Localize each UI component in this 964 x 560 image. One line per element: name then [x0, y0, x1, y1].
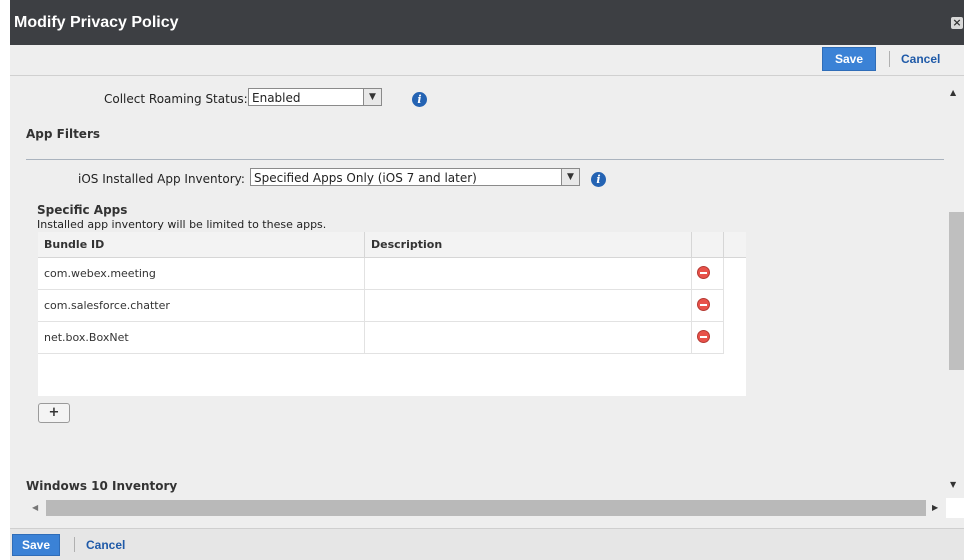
- save-button-top[interactable]: Save: [822, 47, 876, 71]
- horizontal-scrollbar[interactable]: ◀ ▶: [24, 498, 944, 518]
- remove-icon[interactable]: [697, 330, 710, 343]
- dialog-content: Collect Roaming Status: Enabled ▼ i App …: [10, 76, 944, 498]
- description-cell[interactable]: [365, 322, 692, 353]
- top-toolbar: Save Cancel: [10, 45, 964, 76]
- roaming-status-label: Collect Roaming Status:: [104, 92, 248, 106]
- ios-inventory-label: iOS Installed App Inventory:: [78, 172, 245, 186]
- scrollbar-corner: [946, 498, 964, 518]
- info-icon[interactable]: i: [591, 172, 606, 187]
- action-cell: [692, 322, 724, 353]
- table-header: Bundle ID Description: [38, 232, 746, 258]
- scroll-up-icon[interactable]: ▲: [950, 88, 956, 97]
- specific-apps-description: Installed app inventory will be limited …: [37, 218, 327, 231]
- toolbar-separator: [889, 51, 890, 67]
- description-cell[interactable]: [365, 258, 692, 289]
- bundle-id-cell: com.salesforce.chatter: [38, 290, 365, 321]
- scroll-down-icon[interactable]: ▼: [950, 480, 956, 489]
- bundle-id-cell: net.box.BoxNet: [38, 322, 365, 353]
- column-header-description[interactable]: Description: [365, 232, 692, 257]
- modify-privacy-policy-dialog: Modify Privacy Policy × Save Cancel Coll…: [10, 0, 964, 560]
- app-filters-heading: App Filters: [26, 127, 101, 141]
- description-cell[interactable]: [365, 290, 692, 321]
- footer-separator: [74, 537, 75, 552]
- roaming-status-value: Enabled: [252, 91, 301, 105]
- section-divider: [26, 159, 944, 160]
- table-row[interactable]: com.webex.meeting: [38, 258, 724, 290]
- windows-10-inventory-heading: Windows 10 Inventory: [26, 479, 178, 493]
- cancel-button-top[interactable]: Cancel: [901, 52, 940, 66]
- action-cell: [692, 258, 724, 289]
- scrollbar-thumb[interactable]: [949, 212, 964, 370]
- column-header-actions: [692, 232, 724, 257]
- cancel-button-bottom[interactable]: Cancel: [86, 538, 125, 552]
- scroll-right-icon[interactable]: ▶: [932, 503, 938, 512]
- bottom-toolbar: Save Cancel: [10, 528, 964, 560]
- close-icon[interactable]: ×: [951, 17, 963, 29]
- ios-inventory-value: Specified Apps Only (iOS 7 and later): [254, 171, 477, 185]
- action-cell: [692, 290, 724, 321]
- ios-inventory-select[interactable]: Specified Apps Only (iOS 7 and later) ▼: [250, 168, 580, 186]
- chevron-down-icon[interactable]: ▼: [561, 169, 579, 185]
- specific-apps-table: Bundle ID Description com.webex.meeting …: [38, 232, 746, 396]
- info-icon[interactable]: i: [412, 92, 427, 107]
- dialog-title-bar: Modify Privacy Policy ×: [10, 0, 964, 45]
- roaming-status-select[interactable]: Enabled ▼: [248, 88, 382, 106]
- chevron-down-icon[interactable]: ▼: [363, 89, 381, 105]
- column-header-bundle-id[interactable]: Bundle ID: [38, 232, 365, 257]
- remove-icon[interactable]: [697, 298, 710, 311]
- horizontal-scrollbar-thumb[interactable]: [46, 500, 926, 516]
- scroll-left-icon[interactable]: ◀: [32, 503, 38, 512]
- add-app-button[interactable]: +: [38, 403, 70, 423]
- remove-icon[interactable]: [697, 266, 710, 279]
- table-row[interactable]: net.box.BoxNet: [38, 322, 724, 354]
- bundle-id-cell: com.webex.meeting: [38, 258, 365, 289]
- dialog-title: Modify Privacy Policy: [14, 14, 179, 31]
- table-row[interactable]: com.salesforce.chatter: [38, 290, 724, 322]
- vertical-scrollbar[interactable]: ▲ ▼: [946, 76, 964, 498]
- specific-apps-heading: Specific Apps: [37, 203, 128, 217]
- save-button-bottom[interactable]: Save: [12, 534, 60, 556]
